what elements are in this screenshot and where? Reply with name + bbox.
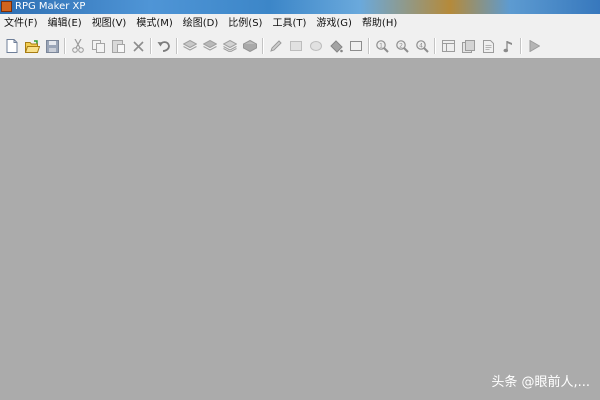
save-project-icon[interactable] [43,37,61,55]
zoom-quarter-icon[interactable]: 4 [413,37,431,55]
toolbar-separator [262,38,264,54]
zoom-1x-icon[interactable]: 1 [373,37,391,55]
cut-icon[interactable] [69,37,87,55]
database-icon[interactable] [439,37,457,55]
toolbar-separator [64,38,66,54]
menu-bar: 文件(F) 编辑(E) 视图(V) 模式(M) 绘图(D) 比例(S) 工具(T… [0,14,600,34]
menu-view[interactable]: 视图(V) [92,14,127,34]
svg-text:4: 4 [419,42,423,49]
script-editor-icon[interactable] [479,37,497,55]
fill-icon[interactable] [327,37,345,55]
events-layer-icon[interactable] [241,37,259,55]
menu-help[interactable]: 帮助(H) [362,14,397,34]
svg-text:1: 1 [379,42,383,49]
layer1-icon[interactable] [181,37,199,55]
menu-scale[interactable]: 比例(S) [228,14,262,34]
toolbar-separator [368,38,370,54]
toolbar: 1 2 4 [0,34,600,59]
svg-text:2: 2 [399,42,403,49]
menu-file[interactable]: 文件(F) [4,14,38,34]
menu-draw[interactable]: 绘图(D) [183,14,219,34]
material-base-icon[interactable] [459,37,477,55]
menu-tools[interactable]: 工具(T) [272,14,306,34]
pencil-icon[interactable] [267,37,285,55]
layer2-icon[interactable] [201,37,219,55]
sound-test-icon[interactable] [499,37,517,55]
paste-icon[interactable] [109,37,127,55]
watermark-text: 头条 @眼前人,... [491,375,590,390]
menu-mode[interactable]: 模式(M) [136,14,172,34]
title-bar[interactable]: RPG Maker XP [0,0,600,14]
layer3-icon[interactable] [221,37,239,55]
copy-icon[interactable] [89,37,107,55]
toolbar-separator [176,38,178,54]
undo-icon[interactable] [155,37,173,55]
toolbar-separator [520,38,522,54]
menu-game[interactable]: 游戏(G) [316,14,352,34]
open-project-icon[interactable] [23,37,41,55]
app-window: RPG Maker XP 文件(F) 编辑(E) 视图(V) 模式(M) 绘图(… [0,0,600,400]
rpg-maker-icon[interactable] [1,1,12,12]
rectangle-icon[interactable] [287,37,305,55]
ellipse-icon[interactable] [307,37,325,55]
playtest-icon[interactable] [525,37,543,55]
map-editor-area[interactable]: 头条 @眼前人,... [0,59,600,400]
menu-edit[interactable]: 编辑(E) [48,14,82,34]
zoom-half-icon[interactable]: 2 [393,37,411,55]
select-icon[interactable] [347,37,365,55]
toolbar-separator [434,38,436,54]
window-title: RPG Maker XP [15,1,86,12]
new-project-icon[interactable] [3,37,21,55]
toolbar-separator [150,38,152,54]
delete-icon[interactable] [129,37,147,55]
